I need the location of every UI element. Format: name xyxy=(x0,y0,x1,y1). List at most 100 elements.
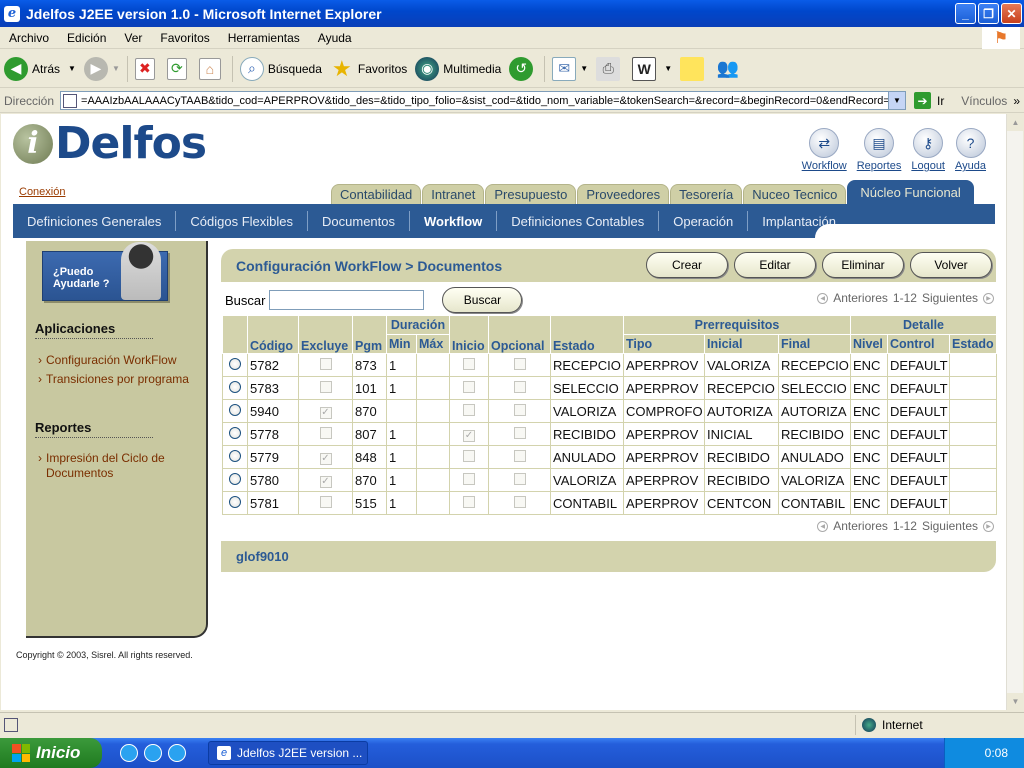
checkbox[interactable]: ✓ xyxy=(319,453,332,465)
checkbox[interactable] xyxy=(463,472,475,485)
links-label[interactable]: Vínculos xyxy=(961,94,1013,108)
ie-quicklaunch-icon[interactable] xyxy=(120,744,138,762)
table-row[interactable]: 5779 ✓ 848 1 ANULADO APERPROV RECIBIDO ANULADO E… xyxy=(222,445,998,469)
tab-proveedores[interactable]: Proveedores xyxy=(577,184,670,204)
discuss-button[interactable] xyxy=(676,52,712,86)
media-button[interactable]: ◉ Multimedia xyxy=(411,52,505,86)
cell-excluye[interactable]: ✓ xyxy=(298,468,353,492)
row-select[interactable] xyxy=(222,376,248,400)
cell-opcional[interactable] xyxy=(488,376,551,400)
media-quicklaunch-icon[interactable] xyxy=(168,744,186,762)
pager-next[interactable]: Siguientes xyxy=(922,291,978,305)
tab-intranet[interactable]: Intranet xyxy=(422,184,485,204)
checkbox[interactable] xyxy=(513,380,526,393)
tab-presupuesto[interactable]: Presupuesto xyxy=(485,184,577,204)
checkbox[interactable] xyxy=(513,495,526,508)
taskbar-item-ie[interactable]: e Jdelfos J2EE version ... xyxy=(208,741,368,765)
messenger-button[interactable]: 👥 xyxy=(712,52,748,86)
row-select[interactable] xyxy=(222,468,248,492)
tab-contabilidad[interactable]: Contabilidad xyxy=(331,184,422,204)
pager-next[interactable]: Siguientes xyxy=(922,519,978,533)
editar-button[interactable]: Editar xyxy=(734,252,816,278)
next-page-icon[interactable]: ▶ xyxy=(983,520,994,532)
cell-opcional[interactable] xyxy=(488,445,551,469)
table-row[interactable]: 5781 515 1 CONTABIL APERPROV CENTCON CONTABIL E… xyxy=(222,491,998,515)
workflow-link[interactable]: ⇄ Workflow xyxy=(802,128,847,172)
row-select[interactable] xyxy=(222,353,248,377)
subtab-documentos[interactable]: Documentos xyxy=(307,211,409,231)
subtab-operacion[interactable]: Operación xyxy=(658,211,747,231)
subtab-definiciones-contables[interactable]: Definiciones Contables xyxy=(496,211,658,231)
radio-button[interactable] xyxy=(229,426,241,439)
maximize-button[interactable]: ❐ xyxy=(978,3,999,24)
crear-button[interactable]: Crear xyxy=(646,252,728,278)
chevron-right-icon[interactable]: » xyxy=(1013,94,1024,108)
cell-inicio[interactable] xyxy=(449,353,489,377)
vertical-scrollbar[interactable]: ▲ ▼ xyxy=(1006,114,1024,710)
scroll-down-icon[interactable]: ▼ xyxy=(1007,693,1024,710)
checkbox[interactable] xyxy=(463,449,475,462)
cell-opcional[interactable] xyxy=(488,353,551,377)
search-button[interactable]: ⌕ Búsqueda xyxy=(236,52,326,86)
sidebar-item-impresion-ciclo[interactable]: Impresión del Ciclo de Documentos xyxy=(38,451,198,481)
close-button[interactable]: ✕ xyxy=(1001,3,1022,24)
checkbox[interactable] xyxy=(513,472,526,485)
stop-button[interactable]: ✖ xyxy=(131,52,163,86)
pager-prev[interactable]: Anteriores xyxy=(833,519,888,533)
scroll-up-icon[interactable]: ▲ xyxy=(1007,114,1024,131)
cell-excluye[interactable]: ✓ xyxy=(298,445,353,469)
cell-inicio[interactable] xyxy=(449,376,489,400)
cell-opcional[interactable] xyxy=(488,468,551,492)
cell-excluye[interactable] xyxy=(298,353,353,377)
checkbox[interactable] xyxy=(319,357,332,370)
eliminar-button[interactable]: Eliminar xyxy=(822,252,904,278)
tab-tesoreria[interactable]: Tesorería xyxy=(670,184,743,204)
checkbox[interactable] xyxy=(513,426,526,439)
favorites-button[interactable]: ★ Favoritos xyxy=(326,52,411,86)
cell-inicio[interactable]: ✓ xyxy=(449,422,489,446)
checkbox[interactable] xyxy=(319,495,332,508)
checkbox[interactable]: ✓ xyxy=(319,407,332,419)
next-page-icon[interactable]: ▶ xyxy=(983,292,994,304)
checkbox[interactable] xyxy=(463,357,475,370)
tab-nucleo-tecnico[interactable]: Nuceo Tecnico xyxy=(743,184,847,204)
start-button[interactable]: Inicio xyxy=(0,738,102,768)
mail-button[interactable]: ✉ ▼ xyxy=(548,52,592,86)
table-row[interactable]: 5782 873 1 RECEPCIO APERPROV VALORIZA RECEPCIO… xyxy=(222,353,998,377)
checkbox[interactable] xyxy=(319,426,332,439)
sidebar-item-configuracion-workflow[interactable]: Configuración WorkFlow xyxy=(38,353,198,368)
buscar-button[interactable]: Buscar xyxy=(442,287,523,313)
checkbox[interactable] xyxy=(513,449,526,462)
menu-ver[interactable]: Ver xyxy=(115,31,151,45)
menu-edicion[interactable]: Edición xyxy=(58,31,115,45)
checkbox[interactable]: ✓ xyxy=(319,476,332,488)
subtab-implantacion[interactable]: Implantación xyxy=(747,211,850,231)
checkbox[interactable]: ✓ xyxy=(463,430,475,442)
row-select[interactable] xyxy=(222,445,248,469)
row-select[interactable] xyxy=(222,399,248,423)
cell-opcional[interactable] xyxy=(488,422,551,446)
cell-inicio[interactable] xyxy=(449,399,489,423)
cell-excluye[interactable] xyxy=(298,491,353,515)
cell-excluye[interactable]: ✓ xyxy=(298,399,353,423)
radio-button[interactable] xyxy=(229,357,241,370)
prev-page-icon[interactable]: ◀ xyxy=(817,520,829,532)
checkbox[interactable] xyxy=(463,380,475,393)
cell-inicio[interactable] xyxy=(449,445,489,469)
logout-link[interactable]: ⚷ Logout xyxy=(911,128,945,172)
checkbox[interactable] xyxy=(513,403,526,416)
radio-button[interactable] xyxy=(229,495,241,508)
print-button[interactable]: ⎙ xyxy=(592,52,628,86)
volver-button[interactable]: Volver xyxy=(910,252,992,278)
conexion-link[interactable]: Conexión xyxy=(19,186,65,198)
prev-page-icon[interactable]: ◀ xyxy=(817,292,829,304)
ayuda-link[interactable]: ? Ayuda xyxy=(955,128,986,172)
history-button[interactable]: ↺ xyxy=(505,52,541,86)
radio-button[interactable] xyxy=(229,449,241,462)
radio-button[interactable] xyxy=(229,403,241,416)
radio-button[interactable] xyxy=(229,472,241,485)
table-row[interactable]: 5940 ✓ 870 VALORIZA COMPROFO AUTORIZA AUTORIZA… xyxy=(222,399,998,423)
forward-button[interactable]: ▶ ▼ xyxy=(80,52,124,86)
checkbox[interactable] xyxy=(319,380,332,393)
subtab-definiciones-generales[interactable]: Definiciones Generales xyxy=(13,211,175,231)
